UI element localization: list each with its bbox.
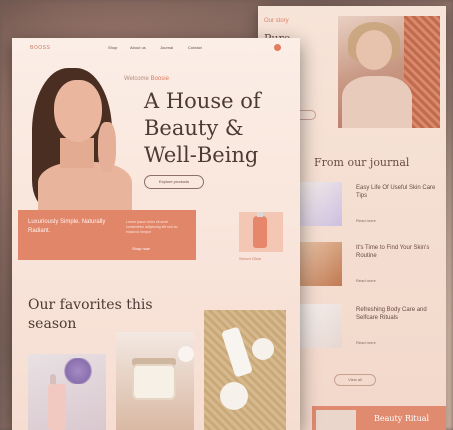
journal-item-title: Refreshing Body Care and Selfcare Ritual… bbox=[356, 307, 427, 321]
journal-item-title: Easy Life Of Useful Skin Care Tips bbox=[356, 185, 436, 199]
product-label: Serum Glow bbox=[239, 256, 262, 261]
cream-tube bbox=[221, 326, 253, 378]
journal-item-link[interactable]: Read more bbox=[356, 218, 376, 223]
nav-item-shop[interactable]: Shop bbox=[108, 45, 117, 50]
body bbox=[38, 162, 132, 214]
journal-title: From our journal bbox=[314, 156, 410, 169]
journal-item[interactable]: Easy Life Of Useful Skin Care Tips Read … bbox=[300, 182, 446, 228]
product-card-tube[interactable] bbox=[204, 310, 286, 430]
neck bbox=[60, 138, 94, 168]
welcome-brand: Boosie bbox=[150, 76, 169, 82]
face bbox=[54, 80, 102, 142]
nav-item-contact[interactable]: Contact bbox=[188, 45, 202, 50]
promo-description: Lorem ipsum dolor sit amet consectetur a… bbox=[126, 220, 178, 234]
shoulder bbox=[342, 76, 412, 128]
journal-item[interactable]: Refreshing Body Care and Selfcare Ritual… bbox=[300, 304, 446, 350]
journal-thumb-hands bbox=[300, 242, 342, 286]
nav-item-journal[interactable]: Journal bbox=[160, 45, 173, 50]
favorites-title: Our favorites this season bbox=[28, 297, 153, 332]
journal-item[interactable]: It's Time to Find Your Skin's Routine Re… bbox=[300, 242, 446, 288]
back-page-hero-photo bbox=[338, 16, 440, 128]
banner-text: Beauty Ritual bbox=[374, 414, 430, 423]
product-card-serum[interactable] bbox=[28, 354, 106, 430]
lavender bbox=[62, 358, 94, 384]
cart-icon[interactable] bbox=[274, 44, 281, 51]
journal-thumb-lavender bbox=[300, 182, 342, 226]
journal-item-link[interactable]: Read more bbox=[356, 278, 376, 283]
explore-products-button[interactable]: Explore products bbox=[144, 175, 204, 189]
main-page-preview: BOOSS Shop About us Journal Contact Welc… bbox=[12, 38, 300, 430]
hand bbox=[98, 122, 116, 172]
bottle-icon bbox=[253, 212, 267, 248]
top-navigation: BOOSS Shop About us Journal Contact bbox=[12, 38, 300, 58]
back-page-banner: Beauty Ritual bbox=[312, 406, 446, 430]
hero-title: A House of Beauty & Well-Being bbox=[144, 89, 261, 167]
nav-item-about[interactable]: About us bbox=[130, 45, 146, 50]
promo-text: Luxuriously Simple. Naturally Radiant. bbox=[28, 219, 106, 234]
promo-banner: Luxuriously Simple. Naturally Radiant. L… bbox=[18, 210, 196, 260]
product-thumb-serum[interactable] bbox=[239, 212, 283, 252]
cream-dish bbox=[220, 382, 248, 410]
serum-bottle bbox=[48, 384, 66, 430]
cream-dish bbox=[252, 338, 274, 360]
welcome-text: Welcome Boosie bbox=[124, 76, 169, 82]
back-page-tag: Our story bbox=[264, 18, 289, 24]
banner-photo bbox=[316, 410, 356, 430]
site-logo[interactable]: BOOSS bbox=[30, 45, 50, 51]
cream-jar bbox=[132, 364, 176, 400]
promo-link[interactable]: Shop now bbox=[132, 246, 150, 251]
journal-thumb-cream bbox=[300, 304, 342, 348]
face bbox=[356, 30, 392, 70]
product-card-cream-jar[interactable] bbox=[116, 332, 194, 430]
welcome-prefix: Welcome bbox=[124, 76, 149, 82]
view-all-button[interactable]: View all bbox=[334, 374, 376, 386]
journal-item-title: It's Time to Find Your Skin's Routine bbox=[356, 245, 430, 259]
journal-item-link[interactable]: Read more bbox=[356, 340, 376, 345]
cream-sphere bbox=[178, 346, 194, 362]
